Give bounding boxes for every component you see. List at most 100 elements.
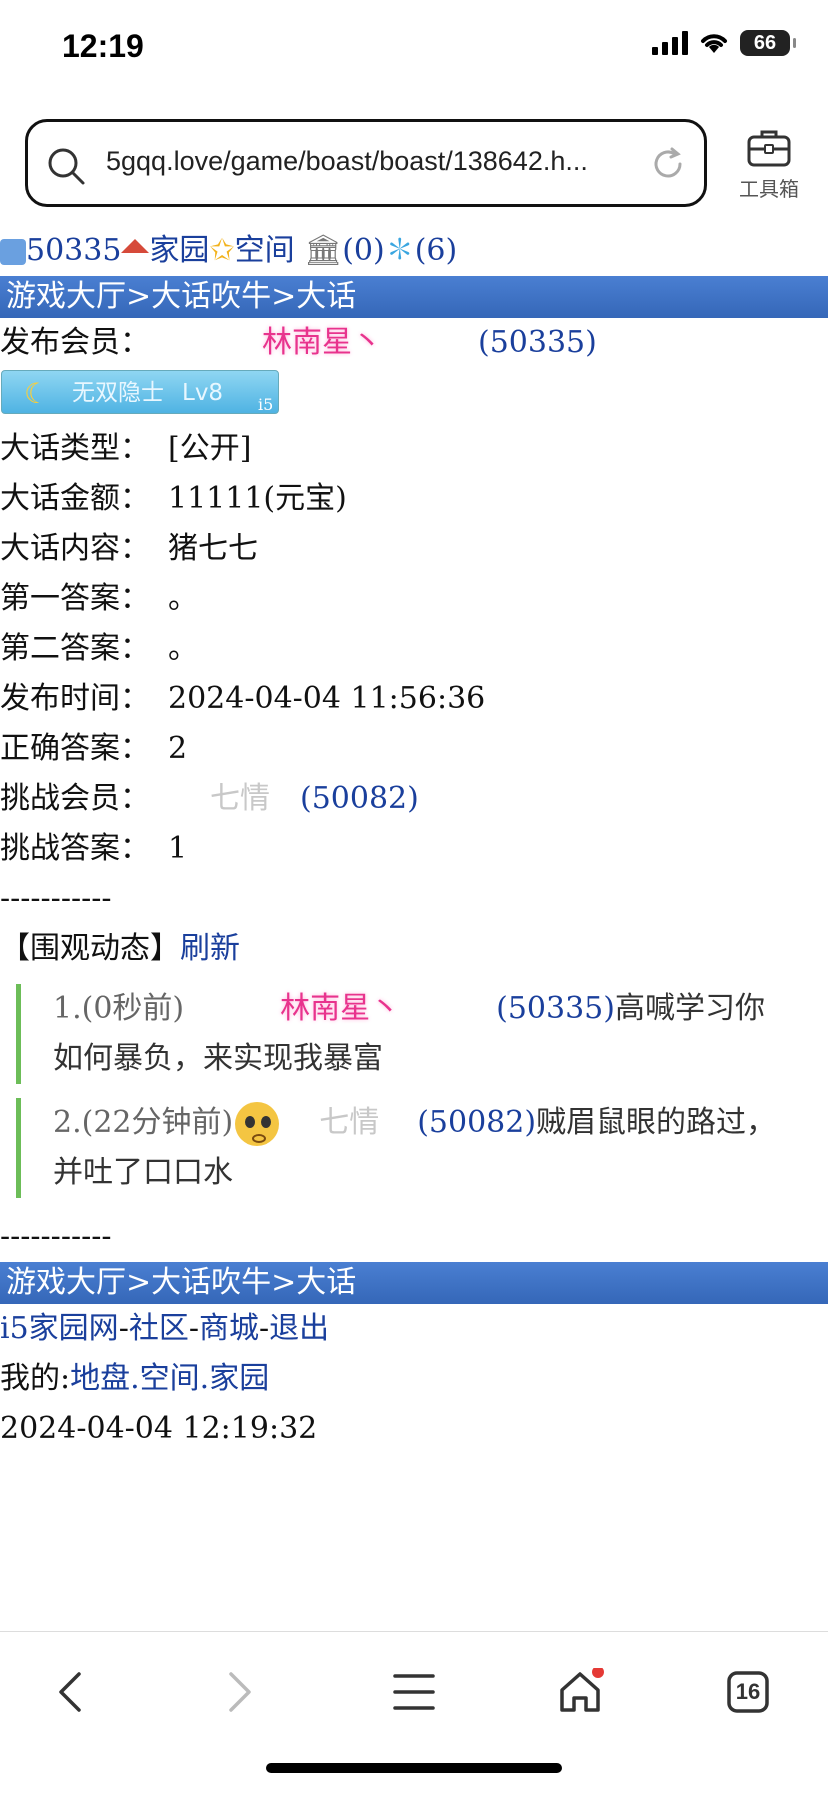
space-link[interactable]: 空间 — [235, 233, 295, 268]
mine-label: 我的: — [0, 1361, 71, 1396]
menu-button[interactable] — [384, 1662, 444, 1722]
content-label: 大话内容： — [0, 531, 150, 566]
status-icons: 66 — [652, 30, 796, 56]
publisher-name[interactable]: 林南星丶 — [262, 325, 382, 360]
user-id-link[interactable]: 50335 — [26, 233, 121, 268]
bank-icon: 🏛 — [304, 233, 343, 268]
home-link[interactable]: 家园 — [209, 1361, 269, 1396]
challenger-answer-row: 挑战答案： 1 — [0, 824, 828, 874]
type-value: [公开] — [168, 431, 252, 466]
home-indicator — [266, 1763, 562, 1773]
content-value: 猪七七 — [168, 531, 258, 566]
breadcrumb-current: 大话 — [296, 1265, 357, 1300]
home-icon — [560, 1668, 604, 1712]
search-icon — [48, 148, 85, 185]
toolbox-button[interactable]: 工具箱 — [730, 128, 808, 202]
breadcrumb-sep: > — [271, 1265, 297, 1300]
battery-indicator: 66 — [740, 30, 796, 56]
address-bar[interactable]: 5gqq.love/game/boast/boast/138642.h... — [25, 119, 707, 207]
breadcrumb-sep: > — [271, 279, 297, 314]
badge-title: 无双隐士 — [72, 380, 164, 406]
divider: ----------- — [0, 1219, 112, 1254]
toolbox-label: 工具箱 — [739, 177, 799, 201]
answer2-label: 第二答案： — [0, 631, 150, 666]
badge-i5: i5 — [258, 395, 274, 414]
home-link[interactable]: 家园 — [149, 233, 209, 268]
answer2-row: 第二答案： 。 — [0, 624, 828, 674]
tabs-button[interactable]: 16 — [718, 1662, 778, 1722]
logout-link[interactable]: 退出 — [269, 1311, 329, 1346]
moon-icon: ☾ — [24, 377, 50, 410]
bank-count-link[interactable]: (0) — [342, 233, 385, 268]
pleading-face-icon — [235, 1102, 280, 1146]
type-row: 大话类型： [公开] — [0, 424, 828, 474]
page-content: 50335 家园✩空间 🏛(0)✽(6) 游戏大厅>大话吹牛>大话 发布会员： 林南… — [0, 226, 828, 1454]
reload-icon[interactable] — [650, 146, 686, 182]
mall-link[interactable]: 商城 — [199, 1311, 259, 1346]
separator: . — [199, 1361, 210, 1396]
feed-item: 1.(0秒前) 林南星丶 (50335)高喊学习你如何暴负，来实现我暴富 — [16, 984, 793, 1084]
feed-user-name[interactable]: 林南星丶 — [280, 991, 400, 1026]
back-button[interactable] — [40, 1662, 100, 1722]
feed-header: 【围观动态】刷新 — [0, 924, 828, 974]
chevron-left-icon — [59, 1672, 81, 1712]
message-count-link[interactable]: (6) — [415, 233, 458, 268]
feed-user-name[interactable]: 七情 — [319, 1105, 379, 1140]
footer-links: i5家园网-社区-商城-退出 — [0, 1304, 828, 1354]
separator: - — [118, 1311, 129, 1346]
wifi-icon — [701, 34, 727, 53]
menu-icon — [393, 1674, 435, 1710]
breadcrumb-boast[interactable]: 大话吹牛 — [151, 1265, 271, 1300]
feed-user-id-link[interactable]: (50082) — [417, 1105, 536, 1140]
breadcrumb-sep: > — [126, 1265, 152, 1300]
feed-user-id-link[interactable]: (50335) — [496, 991, 615, 1026]
challenger-name[interactable]: 七情 — [210, 781, 270, 816]
breadcrumb-bottom: 游戏大厅>大话吹牛>大话 — [0, 1262, 828, 1304]
rank-badge: ☾ 无双隐士 Lv8 i5 — [1, 370, 279, 414]
amount-value: 11111(元宝) — [168, 481, 347, 516]
breadcrumb-current: 大话 — [296, 279, 357, 314]
space-link[interactable]: 空间 — [140, 1361, 200, 1396]
feed-item: 2.(22分钟前) 七情 (50082)贼眉鼠眼的路过，并吐了口口水 — [16, 1098, 793, 1198]
correct-label: 正确答案： — [0, 731, 150, 766]
challenger-id-link[interactable]: (50082) — [300, 781, 419, 816]
user-icon — [0, 239, 26, 265]
breadcrumb-hall[interactable]: 游戏大厅 — [6, 1265, 126, 1300]
answer1-label: 第一答案： — [0, 581, 150, 616]
separator: - — [188, 1311, 199, 1346]
type-label: 大话类型： — [0, 431, 150, 466]
community-link[interactable]: 社区 — [129, 1311, 189, 1346]
briefcase-icon — [747, 130, 791, 167]
land-link[interactable]: 地盘 — [70, 1361, 130, 1396]
badge-level: Lv8 — [182, 380, 224, 406]
challenger-answer-label: 挑战答案： — [0, 831, 150, 866]
correct-row: 正确答案： 2 — [0, 724, 828, 774]
feed-title: 【围观动态】 — [0, 931, 180, 966]
publisher-id-link[interactable]: (50335) — [478, 325, 597, 360]
answer1-row: 第一答案： 。 — [0, 574, 828, 624]
separator: - — [258, 1311, 270, 1346]
divider: ----------- — [0, 881, 112, 916]
correct-value: 2 — [168, 731, 188, 766]
publisher-row: 发布会员： 林南星丶 (50335) — [0, 318, 828, 368]
separator: . — [130, 1361, 140, 1396]
refresh-link[interactable]: 刷新 — [180, 931, 240, 966]
site-link[interactable]: i5家园网 — [0, 1311, 119, 1346]
forward-button[interactable] — [210, 1662, 270, 1722]
signal-icon — [652, 31, 688, 55]
breadcrumb: 游戏大厅>大话吹牛>大话 — [0, 276, 828, 318]
challenger-label: 挑战会员： — [0, 781, 150, 816]
answer1-value: 。 — [168, 581, 198, 616]
breadcrumb-boast[interactable]: 大话吹牛 — [151, 279, 271, 314]
star-icon: ✩ — [209, 233, 235, 268]
footer-timestamp: 2024-04-04 12:19:32 — [0, 1411, 318, 1446]
time-label: 发布时间： — [0, 681, 150, 716]
feed-prefix: 1.(0秒前) — [53, 991, 185, 1026]
time-row: 发布时间： 2024-04-04 11:56:36 — [0, 674, 828, 724]
chevron-right-icon — [229, 1672, 251, 1712]
amount-row: 大话金额： 11111(元宝) — [0, 474, 828, 524]
home-button[interactable] — [550, 1662, 610, 1722]
breadcrumb-sep: > — [126, 279, 152, 314]
top-nav: 50335 家园✩空间 🏛(0)✽(6) — [0, 226, 828, 276]
breadcrumb-hall[interactable]: 游戏大厅 — [6, 279, 126, 314]
